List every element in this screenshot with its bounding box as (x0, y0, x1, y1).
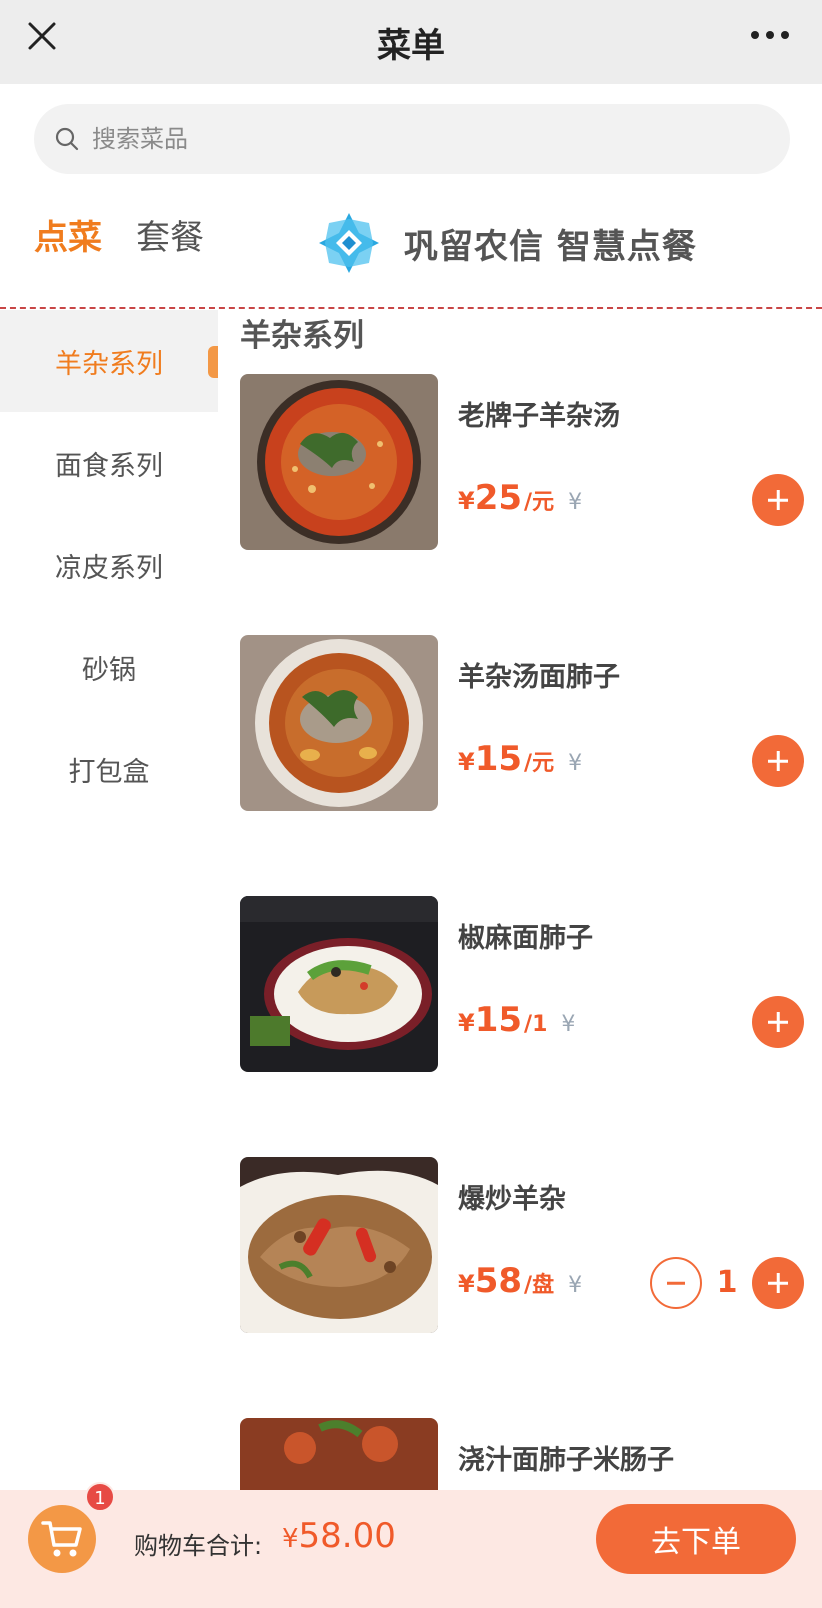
sidebar-item-cold-noodles[interactable]: 凉皮系列 (0, 514, 218, 616)
item-name: 椒麻面肺子 (458, 923, 593, 954)
item-name: 羊杂汤面肺子 (458, 662, 620, 693)
section-title: 羊杂系列 (240, 318, 364, 354)
menu-page: 菜单 点菜 套餐 巩留农信 智慧点餐 羊杂系列 面食系列 凉皮系列 (0, 0, 822, 1608)
item-price: ¥ 15 /1 ¥ (458, 1000, 576, 1040)
sidebar-item-takeout-box[interactable]: 打包盒 (0, 718, 218, 820)
menu-item: 老牌子羊杂汤 ¥ 25 /元 ¥ (240, 374, 810, 550)
category-sidebar: 羊杂系列 面食系列 凉皮系列 砂锅 打包盒 (0, 310, 218, 820)
page-title: 菜单 (377, 25, 445, 66)
sidebar-item-lamb-offal[interactable]: 羊杂系列 (0, 310, 218, 412)
item-price: ¥ 25 /元 ¥ (458, 478, 583, 518)
tab-set-meals[interactable]: 套餐 (136, 210, 204, 259)
add-button[interactable] (752, 996, 804, 1048)
sidebar-item-noodles[interactable]: 面食系列 (0, 412, 218, 514)
item-name: 浇汁面肺子米肠子 (458, 1445, 674, 1476)
divider (0, 307, 822, 309)
close-icon[interactable] (24, 18, 60, 54)
dish-image[interactable] (240, 896, 438, 1072)
menu-item: 椒麻面肺子 ¥ 15 /1 ¥ (240, 896, 810, 1072)
dish-image[interactable] (240, 1157, 438, 1333)
cart-total: ¥58.00 (282, 1516, 396, 1556)
search-bar[interactable] (34, 104, 790, 174)
brand-logo-icon (319, 213, 379, 273)
item-price: ¥ 15 /元 ¥ (458, 739, 583, 779)
cart-bar: 购物车合计: ¥58.00 去下单 (0, 1490, 822, 1608)
sidebar-item-casserole[interactable]: 砂锅 (0, 616, 218, 718)
dish-image[interactable] (240, 374, 438, 550)
cart-total-label: 购物车合计: (134, 1532, 263, 1560)
tab-order-dishes[interactable]: 点菜 (34, 210, 102, 259)
add-button[interactable] (752, 474, 804, 526)
cart-icon (41, 1521, 82, 1557)
cart-button[interactable] (28, 1505, 96, 1573)
more-icon[interactable] (748, 20, 792, 50)
add-button[interactable] (752, 1257, 804, 1309)
item-quantity: 1 (716, 1265, 738, 1300)
item-price: ¥ 58 /盘 ¥ (458, 1261, 583, 1301)
item-name: 老牌子羊杂汤 (458, 401, 620, 432)
menu-item: 爆炒羊杂 ¥ 58 /盘 ¥ 1 (240, 1157, 810, 1333)
menu-item: 羊杂汤面肺子 ¥ 15 /元 ¥ (240, 635, 810, 811)
search-icon (55, 127, 79, 151)
title-bar: 菜单 (0, 0, 822, 84)
decrease-button[interactable] (650, 1257, 702, 1309)
place-order-button[interactable]: 去下单 (596, 1504, 796, 1574)
brand: 巩留农信 智慧点餐 (316, 210, 697, 276)
cart-count-badge: 1 (85, 1482, 115, 1512)
brand-text: 巩留农信 智慧点餐 (404, 226, 697, 267)
dish-image[interactable] (240, 635, 438, 811)
search-input[interactable] (92, 125, 692, 153)
item-name: 爆炒羊杂 (458, 1184, 566, 1215)
add-button[interactable] (752, 735, 804, 787)
